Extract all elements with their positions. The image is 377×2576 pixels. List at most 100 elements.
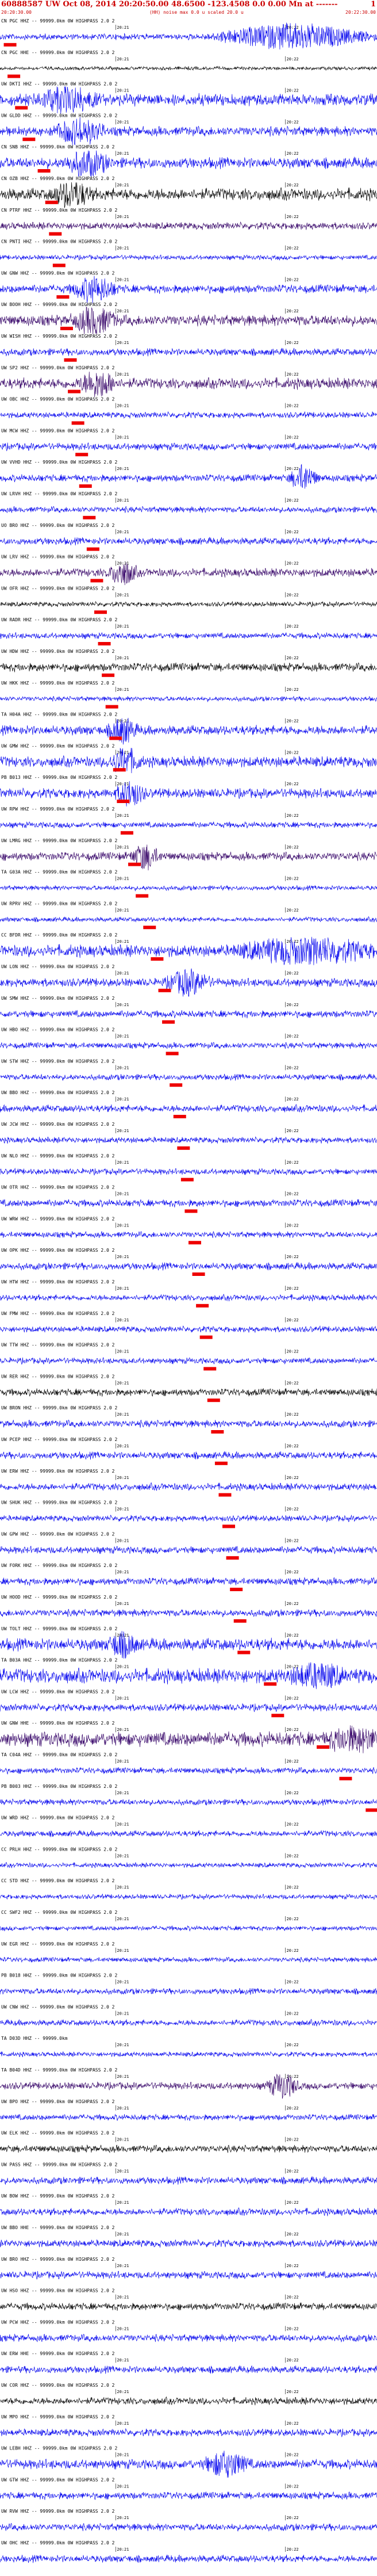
trace-row: UW OFR HHZ -- 99999.0km 0W HIGHPASS 2.0 … [0,586,377,614]
pick-marker [222,1524,236,1528]
waveform [0,1725,377,1753]
waveform [0,1956,377,1963]
time-tick-label: 20:22 [287,1286,299,1291]
time-tick-label: 20:22 [287,183,299,188]
time-tick-label: 20:22 [287,1633,299,1638]
pick-marker [68,389,81,393]
time-tick-label: 20:22 [287,624,299,629]
trace-row: CC BFDR HHZ -- 99999.0km 0W HIGHPASS 2.0… [0,932,377,965]
time-tick-label: 20:22 [287,845,299,850]
time-tick-label: 20:22 [287,1980,299,1985]
pick-marker [188,1241,201,1245]
time-tick-label: 20:21 [117,908,129,912]
pick-marker [211,1430,224,1434]
trace-row: UW ERW HHZ -- 99999.0km 0W HIGHPASS 2.0 … [0,1469,377,1497]
trace-label: UW WRD HHZ -- 99999.0km 0W HIGHPASS 2.0 … [1,1816,115,1821]
trace-label: UW RVW HHZ -- 99999.0km 0W HIGHPASS 2.0 … [1,2509,115,2514]
pick-marker [136,894,149,898]
waveform [0,2451,377,2478]
pick-marker [271,1714,284,1718]
time-tick-label: 20:22 [287,1255,299,1259]
trace-row: UW GLDD HHZ -- 99999.0km 0W HIGHPASS 2.0… [0,113,377,146]
trace-row: UW LEBH HHZ -- 99999.0km 0W HIGHPASS 2.0… [0,2446,377,2478]
time-tick-label: 20:22 [287,246,299,251]
trace-row: UW RADR HHZ -- 99999.0km 0W HIGHPASS 2.0… [0,617,377,645]
pick-marker [102,673,115,677]
trace-row: CN PTRF HHZ -- 99999.0km 0W HIGHPASS 2.0… [0,208,377,236]
time-tick-label: 20:22 [287,404,299,408]
pick-marker [170,1083,183,1087]
trace-label: UO BRO HHZ -- 99999.0km 0W HIGHPASS 2.0 … [1,523,115,528]
trace-row: UW LCW HHZ -- 99999.0km 0W HIGHPASS 2.0 … [0,1689,377,1718]
pick-marker [7,74,21,78]
trace-label: UW GPW HHZ -- 99999.0km 0W HIGHPASS 2.0 … [1,1531,115,1537]
time-tick-label: 20:22 [287,1822,299,1827]
time-tick-label: 20:21 [117,89,129,93]
time-tick-label: 20:21 [117,1318,129,1323]
time-tick-label: 20:21 [117,277,129,282]
time-tick-label: 20:22 [287,1853,299,1858]
waveform [0,1798,377,1806]
trace-row: UW BBO HHZ -- 99999.0km 0W HIGHPASS 2.0 … [0,1090,377,1118]
time-tick-label: 20:22 [287,2043,299,2047]
time-tick-label: 20:21 [117,1885,129,1890]
time-tick-label: 20:22 [287,561,299,566]
pick-marker [230,1588,243,1591]
time-tick-label: 20:22 [287,750,299,755]
time-tick-label: 20:22 [287,2484,299,2489]
waveform [0,1830,377,1837]
trace-label: UW WRW HHZ -- 99999.0km 0W HIGHPASS 2.0 … [1,1216,115,1221]
waveform [0,1862,377,1868]
time-tick-label: 20:22 [287,2200,299,2205]
trace-row: UW BOOH HHZ -- 99999.0km 0W HIGHPASS 2.0… [0,302,377,335]
time-tick-label: 20:22 [287,1160,299,1165]
trace-row: UW STW HHZ -- 99999.0km 0W HIGHPASS 2.0 … [0,1058,377,1087]
trace-label: UW HSO HHZ -- 99999.0km 0W HIGHPASS 2.0 … [1,2288,115,2294]
trace-row: UW HBO HHZ -- 99999.0km 0W HIGHPASS 2.0 … [0,1027,377,1056]
time-tick-label: 20:21 [117,120,129,124]
time-tick-label: 20:21 [117,1097,129,1102]
trace-label: UW HDW HHZ -- 99999.0km 0W HIGHPASS 2.0 … [1,649,115,654]
pick-marker [184,1209,198,1213]
trace-row: UW BBO HHE -- 99999.0km 0W HIGHPASS 2.0 … [0,2225,377,2248]
time-tick-label: 20:21 [117,2484,129,2489]
trace-label: UW GTW HHZ -- 99999.0km 0W HIGHPASS 2.0 … [1,2477,115,2482]
time-tick-label: 20:21 [117,1065,129,1070]
trace-label: TA C04A HHZ -- 99999.0km 0W HIGHPASS 2.0… [1,1752,117,1757]
trace-label: CN PGC HHZ -- 99999.0km 0W HIGHPASS 2.0 … [1,18,115,24]
trace-row: UW RPW HHZ -- 99999.0km 0W HIGHPASS 2.0 … [0,807,377,835]
time-tick-label: 20:22 [287,2011,299,2016]
trace-label: UW MCW HHZ -- 99999.0km 0W HIGHPASS 2.0 … [1,428,115,433]
time-tick-label: 20:21 [117,1003,129,1007]
time-tick-label: 20:21 [117,1350,129,1354]
waveform [0,937,377,965]
time-tick-label: 20:22 [287,2264,299,2268]
pick-marker [207,1398,220,1402]
waveform [0,276,377,304]
time-tick-label: 20:22 [287,2295,299,2300]
time-tick-label: 20:22 [287,593,299,597]
trace-label: UW GNW HHZ -- 99999.0km 0W HIGHPASS 2.0 … [1,270,115,276]
time-tick-label: 20:22 [287,530,299,534]
trace-label: UW RPRV HHZ -- 99999.0km 0W HIGHPASS 2.0… [1,901,117,906]
trace-label: UW FMW HHZ -- 99999.0km 0W HIGHPASS 2.0 … [1,1311,115,1316]
waveform [0,1451,377,1460]
waveform [0,2523,377,2532]
waveform [0,1482,377,1492]
trace-row: UW LMRG HHZ -- 99999.0km 0W HIGHPASS 2.0… [0,838,377,871]
time-tick-label: 20:22 [287,498,299,503]
trace-row: UW DKTI HHZ -- 99999.0km 0W HIGHPASS 2.0… [0,82,377,114]
trace-label: TA G03A HHZ -- 99999.0km 0W HIGHPASS 2.0… [1,870,117,875]
pick-marker [98,642,111,645]
time-tick-label: 20:22 [287,1917,299,1921]
trace-row: UW PCW HHZ -- 99999.0km 0W HIGHPASS 2.0 … [0,2319,377,2343]
time-tick-label: 20:21 [117,1286,129,1291]
waveform [0,1230,377,1239]
pick-marker [15,106,28,110]
trace-label: UW COR HHZ -- 99999.0km 0W HIGHPASS 2.0 … [1,2383,115,2388]
waveform [0,1577,377,1586]
waveform [0,1767,377,1775]
waveform [0,1631,377,1659]
trace-row: UW TOLT HHZ -- 99999.0km 0W HIGHPASS 2.0… [0,1626,377,1659]
trace-label: UW PCEP HHZ -- 99999.0km 0W HIGHPASS 2.0… [1,1437,117,1442]
